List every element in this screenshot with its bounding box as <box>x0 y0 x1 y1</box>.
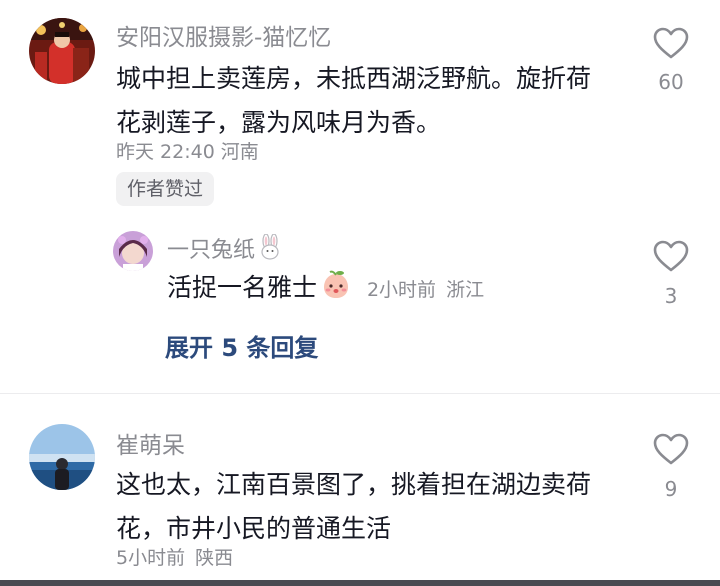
like-count: 60 <box>658 70 684 94</box>
comment-username[interactable]: 安阳汉服摄影-猫忆忆 <box>116 18 331 52</box>
reply-text-content: 活捉一名雅士 <box>167 273 318 302</box>
comment-item: 安阳汉服摄影-猫忆忆 城中担上卖莲房，未抵西湖泛野航。旋折荷花剥莲子，露为风味月… <box>0 0 720 210</box>
heart-icon[interactable] <box>652 239 690 273</box>
comment-location: 陕西 <box>195 547 234 569</box>
reply-location: 浙江 <box>446 279 485 301</box>
comment-time: 昨天 22:40 <box>116 141 215 163</box>
rabbit-emoji-icon <box>261 234 279 260</box>
avatar[interactable] <box>29 18 95 84</box>
author-liked-badge: 作者赞过 <box>116 172 215 206</box>
reply-time: 2小时前 <box>366 279 437 301</box>
reply-username[interactable]: 一只兔纸 <box>167 232 281 264</box>
portrait-photo-icon <box>29 424 95 490</box>
avatar[interactable] <box>29 424 95 490</box>
peach-face-emoji-icon <box>324 270 349 298</box>
like-count: 9 <box>664 477 678 501</box>
reply-item: 一只兔纸 活捉一名雅士 2小时前 浙江 3 <box>0 215 720 315</box>
comment-time: 5小时前 <box>116 547 186 569</box>
heart-icon[interactable] <box>652 432 690 466</box>
portrait-photo-icon <box>29 18 95 84</box>
like-count: 3 <box>664 284 678 308</box>
reply-text: 活捉一名雅士 2小时前 浙江 <box>167 268 607 310</box>
reply-username-text: 一只兔纸 <box>167 238 256 263</box>
heart-icon[interactable] <box>652 26 690 60</box>
comment-meta: 5小时前 陕西 <box>116 543 233 570</box>
comment-text: 这也太，江南百景图了，挑着担在湖边卖荷花，市井小民的普通生活 <box>116 470 592 543</box>
comment-username[interactable]: 崔萌呆 <box>116 426 185 460</box>
portrait-photo-icon <box>113 231 153 271</box>
expand-replies-button[interactable]: 展开 5 条回复 <box>165 328 318 363</box>
comment-meta: 昨天 22:40 河南 <box>116 137 259 164</box>
avatar[interactable] <box>113 231 153 271</box>
divider <box>0 393 720 394</box>
comment-item: 崔萌呆 这也太，江南百景图了，挑着担在湖边卖荷花，市井小民的普通生活 5小时前陕… <box>0 410 720 580</box>
comment-text: 城中担上卖莲房，未抵西湖泛野航。旋折荷花剥莲子，露为风味月为香。 <box>116 64 592 137</box>
comment-location: 河南 <box>220 141 259 163</box>
bottom-bar <box>0 580 720 586</box>
reply-meta: 2小时前 浙江 <box>367 279 484 301</box>
